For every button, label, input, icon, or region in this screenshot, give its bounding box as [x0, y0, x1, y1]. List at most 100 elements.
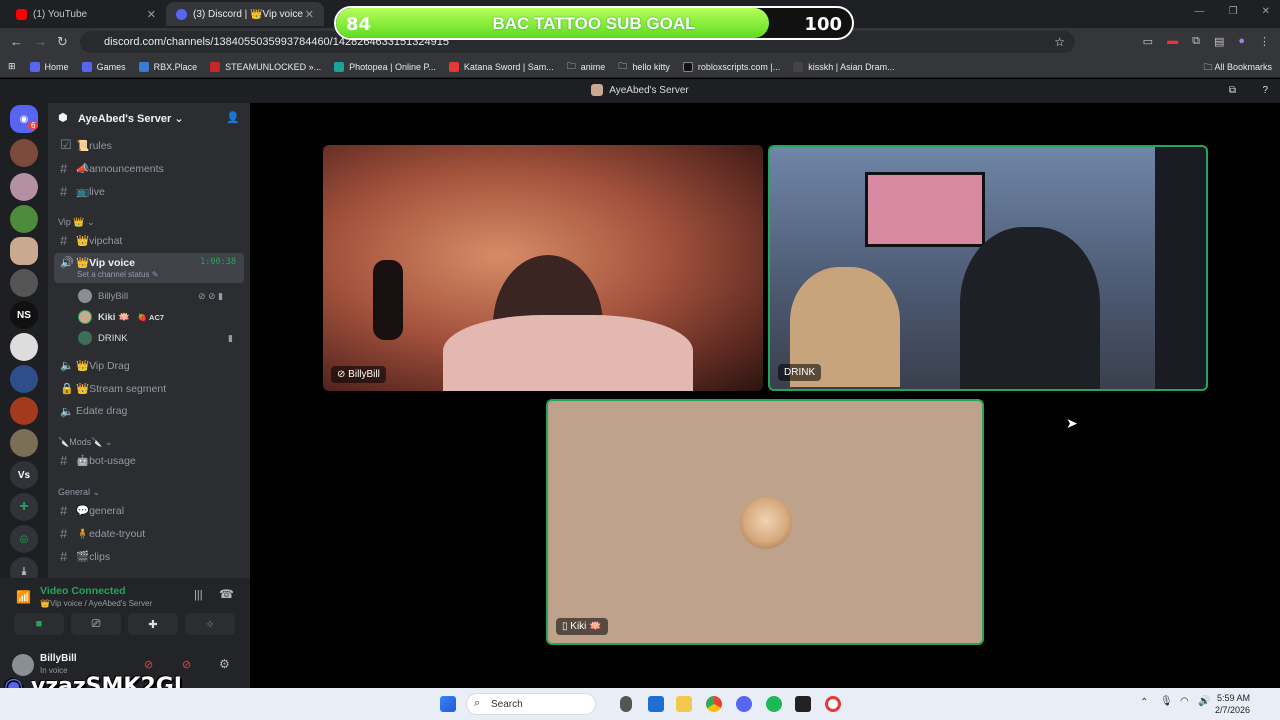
channel-edate-tryout[interactable]: # 🧍edate-tryout	[54, 523, 244, 543]
channel-clips[interactable]: # 🎬clips	[54, 546, 244, 566]
taskbar-clock[interactable]: 5:59 AM 2/7/2026	[1215, 692, 1250, 716]
tab-youtube[interactable]: (1) YouTube ✕	[6, 2, 166, 26]
avatar[interactable]	[12, 654, 34, 676]
server-icon[interactable]	[10, 333, 38, 361]
category-mods[interactable]: 🔪Mods🔪 ⌄	[58, 437, 112, 448]
channel-vipchat[interactable]: # 👑vipchat	[54, 230, 244, 250]
signal-icon: 📶	[16, 590, 31, 604]
add-server-icon[interactable]: +	[10, 493, 38, 521]
channel-bot-usage[interactable]: # 🤖bot-usage	[54, 450, 244, 470]
widgets-icon[interactable]	[648, 696, 664, 712]
star-icon[interactable]: ☆	[1054, 35, 1065, 49]
server-icon[interactable]	[10, 365, 38, 393]
bookmark-robloxscripts[interactable]: robloxscripts.com |...	[682, 61, 780, 72]
reload-icon[interactable]: ↻	[57, 34, 68, 50]
bookmark-kisskh[interactable]: kisskh | Asian Dram...	[793, 61, 895, 72]
channel-announcements[interactable]: # 📣announcements	[54, 158, 244, 178]
close-window-icon[interactable]: ✕	[1262, 6, 1270, 17]
server-icon[interactable]	[10, 205, 38, 233]
noise-suppression-icon[interactable]: |||	[194, 589, 203, 601]
channel-live[interactable]: # 📺live	[54, 181, 244, 201]
server-icon-active[interactable]	[10, 237, 38, 265]
deafen-icon[interactable]: ⊘	[182, 658, 191, 671]
chevron-up-icon[interactable]: ⌃	[1140, 697, 1148, 708]
activities-button[interactable]: ✚	[128, 613, 178, 635]
voice-user-kiki[interactable]: Kiki 🪷 🍓 AC7	[78, 308, 164, 326]
close-icon[interactable]: ✕	[305, 8, 314, 21]
extension-icon[interactable]: ▭	[1143, 35, 1153, 48]
apps-icon[interactable]: ⊞	[8, 61, 16, 72]
bookmark-katana[interactable]: Katana Sword | Sam...	[448, 61, 554, 72]
volume-icon[interactable]: 🔊	[1198, 696, 1210, 707]
puzzle-icon[interactable]: ⧉	[1192, 35, 1200, 48]
taskbar-search[interactable]: ⌕ Search	[466, 693, 596, 715]
back-icon[interactable]: ←	[10, 34, 23, 49]
chrome-icon[interactable]	[706, 696, 722, 712]
mic-muted-icon[interactable]: ⊘	[144, 658, 153, 671]
server-icon-ns[interactable]: NS	[10, 301, 38, 329]
category-vip[interactable]: Vip 👑 ⌄	[58, 217, 95, 228]
bookmark-home[interactable]: Home	[29, 61, 69, 72]
spotify-icon[interactable]	[766, 696, 782, 712]
server-icon-vs[interactable]: Vs	[10, 461, 38, 489]
mouse-app-icon[interactable]	[620, 696, 632, 712]
bookmark-anime[interactable]: 🗀 anime	[567, 59, 606, 75]
channel-rules[interactable]: ☑ 📜rules	[54, 135, 244, 155]
server-icon[interactable]	[10, 173, 38, 201]
video-tile-drink[interactable]: DRINK	[768, 145, 1208, 391]
settings-gear-icon[interactable]: ⚙	[219, 657, 230, 671]
robot-app-icon[interactable]	[795, 696, 811, 712]
video-tile-billybill[interactable]: ⊘ BillyBill	[323, 145, 763, 391]
bookmark-rbx[interactable]: RBX.Place	[138, 61, 197, 72]
channel-vip-voice[interactable]: 🔊 👑Vip voice 1:00:38 Set a channel statu…	[54, 253, 244, 283]
search-icon: ⌕	[474, 697, 481, 709]
close-icon[interactable]: ✕	[147, 8, 156, 21]
wifi-icon[interactable]: ◠	[1180, 696, 1189, 707]
bookmark-hello-kitty[interactable]: 🗀 hello kitty	[618, 59, 670, 75]
channel-vip-drag[interactable]: 🔈 👑Vip Drag	[54, 355, 244, 375]
voice-location[interactable]: 👑Vip voice / AyeAbed's Server	[40, 599, 152, 608]
inbox-icon[interactable]: ⧉	[1229, 79, 1236, 103]
disconnect-icon[interactable]: ☎	[219, 587, 234, 601]
server-icon[interactable]	[10, 429, 38, 457]
sword-icon	[448, 61, 459, 72]
help-icon[interactable]: ?	[1262, 79, 1268, 103]
bookmark-steamunlocked[interactable]: STEAMUNLOCKED »...	[210, 61, 321, 72]
all-bookmarks[interactable]: 🗀 All Bookmarks	[1203, 60, 1272, 76]
forward-icon[interactable]: →	[34, 34, 47, 49]
screen-share-button[interactable]: ⎚	[71, 613, 121, 635]
channel-status[interactable]: Set a channel status ✎	[77, 270, 158, 279]
invite-icon[interactable]: 👤	[226, 111, 240, 124]
bookmark-games[interactable]: Games	[81, 61, 126, 72]
voice-user-drink[interactable]: DRINK ▮	[78, 329, 233, 347]
opera-icon[interactable]	[825, 696, 841, 712]
extension-icon[interactable]: ▬	[1167, 35, 1178, 48]
notification-badge: 6	[28, 121, 39, 130]
microphone-icon[interactable]: 🎙	[1160, 696, 1173, 707]
file-explorer-icon[interactable]	[676, 696, 692, 712]
channel-edate-drag[interactable]: 🔈 Edate drag	[54, 401, 244, 421]
minimize-icon[interactable]: —	[1195, 6, 1205, 17]
category-general[interactable]: General ⌄	[58, 487, 100, 498]
menu-icon[interactable]: ⋮	[1259, 35, 1270, 48]
voice-user-billybill[interactable]: BillyBill ⊘ ⊘ ▮	[78, 287, 223, 305]
server-icon[interactable]	[10, 139, 38, 167]
voice-status[interactable]: Video Connected	[40, 585, 126, 597]
sidepanel-icon[interactable]: ▤	[1214, 35, 1224, 48]
discover-icon[interactable]: ◎	[10, 525, 38, 553]
username[interactable]: BillyBill	[40, 653, 77, 664]
discord-icon[interactable]	[736, 696, 752, 712]
channel-stream-segment[interactable]: 🔒 👑Stream segment	[54, 378, 244, 398]
windows-start-icon[interactable]	[440, 696, 456, 712]
bookmark-photopea[interactable]: Photopea | Online P...	[334, 61, 436, 72]
server-icon[interactable]	[10, 269, 38, 297]
video-tile-kiki[interactable]: ▯ Kiki 🪷	[546, 399, 984, 645]
channel-general[interactable]: # 💬general	[54, 500, 244, 520]
profile-icon[interactable]: ●	[1238, 35, 1245, 48]
soundboard-button[interactable]: ✧	[185, 613, 235, 635]
camera-button[interactable]: ■	[14, 613, 64, 635]
tab-discord[interactable]: (3) Discord | 👑Vip voice | A ✕	[166, 2, 324, 26]
server-header[interactable]: ⬢ AyeAbed's Server ⌄ 👤	[48, 103, 250, 133]
server-icon[interactable]	[10, 397, 38, 425]
maximize-icon[interactable]: ❐	[1229, 6, 1238, 17]
